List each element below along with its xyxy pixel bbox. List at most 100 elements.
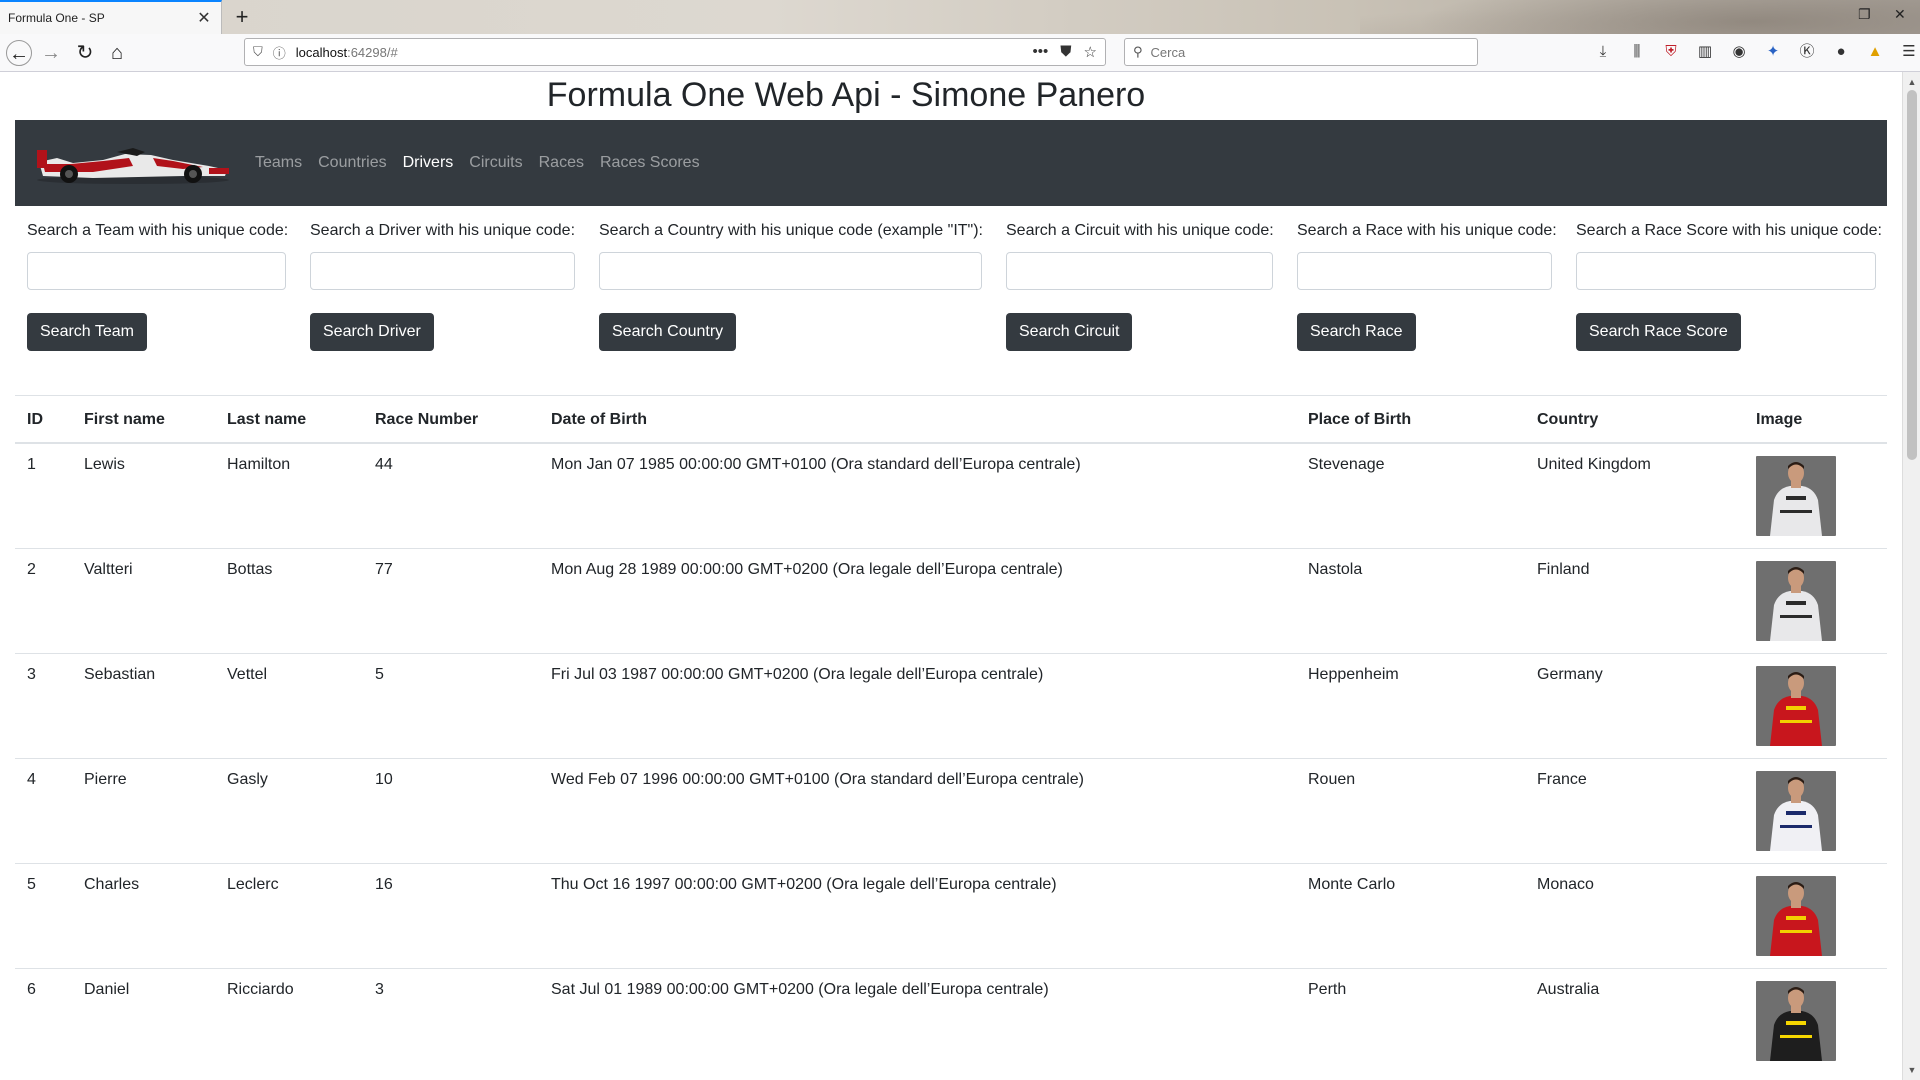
download-icon[interactable]: ⤓ [1592, 40, 1614, 64]
ublock-icon[interactable]: ⛨ [1660, 40, 1682, 64]
restore-window-icon[interactable]: ❐ [1858, 6, 1871, 23]
search-country-label: Search a Country with his unique code (e… [599, 222, 983, 239]
page-actions-icon[interactable]: ••• [1033, 43, 1049, 61]
sidebar-icon[interactable]: ▥ [1694, 40, 1716, 64]
nav-link-circuits[interactable]: Circuits [469, 154, 522, 172]
search-circuit-group: Search a Circuit with his unique code: S… [1006, 222, 1274, 351]
cell-place-of-birth: Stevenage [1296, 442, 1525, 548]
cell-id: 6 [15, 967, 72, 1073]
cell-race-number: 44 [363, 442, 539, 548]
column-header-id: ID [15, 395, 72, 444]
search-driver-group: Search a Driver with his unique code: Se… [310, 222, 576, 351]
bookmark-star-icon[interactable]: ☆ [1084, 43, 1097, 61]
search-circuit-button[interactable]: Search Circuit [1006, 313, 1133, 351]
new-tab-icon[interactable]: + [228, 2, 256, 32]
cell-first-name: Pierre [72, 757, 215, 863]
browser-tab[interactable]: Formula One - SP ✕ [0, 0, 222, 34]
search-team-group: Search a Team with his unique code: Sear… [27, 222, 289, 351]
search-team-label: Search a Team with his unique code: [27, 222, 289, 239]
search-driver-input[interactable] [310, 252, 575, 290]
cell-last-name: Vettel [215, 652, 363, 758]
page-scrollbar[interactable]: ▲ ▼ [1902, 72, 1920, 1080]
cell-race-number: 16 [363, 862, 539, 968]
column-header-race-number: Race Number [363, 395, 539, 444]
cell-id: 5 [15, 862, 72, 968]
cell-date-of-birth: Mon Aug 28 1989 00:00:00 GMT+0200 (Ora l… [539, 547, 1296, 653]
reload-icon[interactable]: ↻ [72, 40, 98, 66]
search-race-button[interactable]: Search Race [1297, 313, 1416, 351]
cell-date-of-birth: Thu Oct 16 1997 00:00:00 GMT+0200 (Ora l… [539, 862, 1296, 968]
extension-globe-icon[interactable]: ✦ [1762, 40, 1784, 64]
home-icon[interactable]: ⌂ [104, 40, 130, 66]
toolbar-icons: ⤓ ⫼ ⛨ ▥ ◉ ✦ Ⓚ ● ▲ ☰ [1592, 40, 1920, 64]
tab-close-icon[interactable]: ✕ [195, 8, 213, 28]
scroll-down-icon[interactable]: ▼ [1903, 1062, 1920, 1078]
search-country-group: Search a Country with his unique code (e… [599, 222, 983, 351]
main-navbar: Teams Countries Drivers Circuits Races R… [15, 120, 1887, 206]
search-driver-label: Search a Driver with his unique code: [310, 222, 576, 239]
drivers-table: ID First name Last name Race Number Date… [15, 395, 1887, 1073]
table-row: 6 Daniel Ricciardo 3 Sat Jul 01 1989 00:00:0… [15, 967, 1887, 1073]
nav-link-races-scores[interactable]: Races Scores [600, 154, 700, 172]
search-race-score-input[interactable] [1576, 252, 1876, 290]
close-window-icon[interactable]: ✕ [1894, 6, 1906, 23]
tab-title: Formula One - SP [8, 11, 105, 25]
cell-date-of-birth: Sat Jul 01 1989 00:00:00 GMT+0200 (Ora l… [539, 967, 1296, 1073]
scrollbar-thumb[interactable] [1907, 90, 1917, 460]
search-race-score-button[interactable]: Search Race Score [1576, 313, 1741, 351]
forward-icon[interactable]: → [38, 40, 64, 66]
table-row: 4 Pierre Gasly 10 Wed Feb 07 1996 00:00:00 G… [15, 757, 1887, 863]
cell-country: France [1525, 757, 1744, 863]
cell-last-name: Ricciardo [215, 967, 363, 1073]
cell-image [1744, 652, 1887, 758]
search-circuit-input[interactable] [1006, 252, 1273, 290]
car-logo[interactable] [33, 136, 231, 190]
driver-photo [1756, 455, 1836, 536]
url-bar[interactable]: ⛉ ⓘ localhost:64298/# ••• ⛊ ☆ [244, 38, 1106, 66]
info-icon[interactable]: ⓘ [273, 43, 286, 62]
table-row: 2 Valtteri Bottas 77 Mon Aug 28 1989 00:00:0… [15, 547, 1887, 653]
nav-link-drivers[interactable]: Drivers [403, 154, 454, 172]
search-race-score-label: Search a Race Score with his unique code… [1576, 222, 1882, 239]
column-header-place-of-birth: Place of Birth [1296, 395, 1525, 444]
cell-first-name: Sebastian [72, 652, 215, 758]
cell-place-of-birth: Perth [1296, 967, 1525, 1073]
cell-image [1744, 862, 1887, 968]
cell-race-number: 77 [363, 547, 539, 653]
search-country-button[interactable]: Search Country [599, 313, 737, 351]
extension-k-icon[interactable]: Ⓚ [1796, 40, 1818, 64]
cell-image [1744, 967, 1887, 1073]
nav-link-countries[interactable]: Countries [318, 154, 386, 172]
cell-id: 2 [15, 547, 72, 653]
browser-chrome: Formula One - SP ✕ + ❐ ✕ ← → ↻ ⌂ ⛉ ⓘ loc… [0, 0, 1920, 72]
cell-image [1744, 442, 1887, 548]
table-row: 3 Sebastian Vettel 5 Fri Jul 03 1987 00:00:0… [15, 652, 1887, 758]
menu-icon[interactable]: ☰ [1898, 40, 1920, 64]
search-driver-button[interactable]: Search Driver [310, 313, 434, 351]
pocket-icon[interactable]: ⛊ [1060, 43, 1071, 61]
browser-search-bar[interactable]: ⚲ Cerca [1124, 38, 1478, 66]
extension-icon[interactable]: ◉ [1728, 40, 1750, 64]
cell-race-number: 10 [363, 757, 539, 863]
cell-last-name: Hamilton [215, 442, 363, 548]
search-country-input[interactable] [599, 252, 982, 290]
cell-race-number: 3 [363, 967, 539, 1073]
driver-photo [1756, 770, 1836, 851]
nav-link-races[interactable]: Races [539, 154, 584, 172]
shield-icon[interactable]: ⛉ [253, 44, 263, 60]
search-race-input[interactable] [1297, 252, 1552, 290]
library-icon[interactable]: ⫼ [1626, 40, 1648, 64]
account-icon[interactable]: ● [1830, 40, 1852, 64]
scroll-up-icon[interactable]: ▲ [1903, 74, 1920, 90]
search-team-input[interactable] [27, 252, 286, 290]
table-row: 1 Lewis Hamilton 44 Mon Jan 07 1985 00:00:00… [15, 442, 1887, 548]
back-icon[interactable]: ← [6, 40, 32, 66]
nav-link-teams[interactable]: Teams [255, 154, 302, 172]
url-path: :64298/# [347, 44, 398, 60]
browser-toolbar: ← → ↻ ⌂ ⛉ ⓘ localhost:64298/# ••• ⛊ ☆ ⚲ … [0, 34, 1920, 72]
table-header-row: ID First name Last name Race Number Date… [15, 395, 1887, 444]
notification-icon[interactable]: ▲ [1864, 40, 1886, 64]
search-team-button[interactable]: Search Team [27, 313, 147, 351]
column-header-image: Image [1744, 395, 1887, 444]
column-header-country: Country [1525, 395, 1744, 444]
